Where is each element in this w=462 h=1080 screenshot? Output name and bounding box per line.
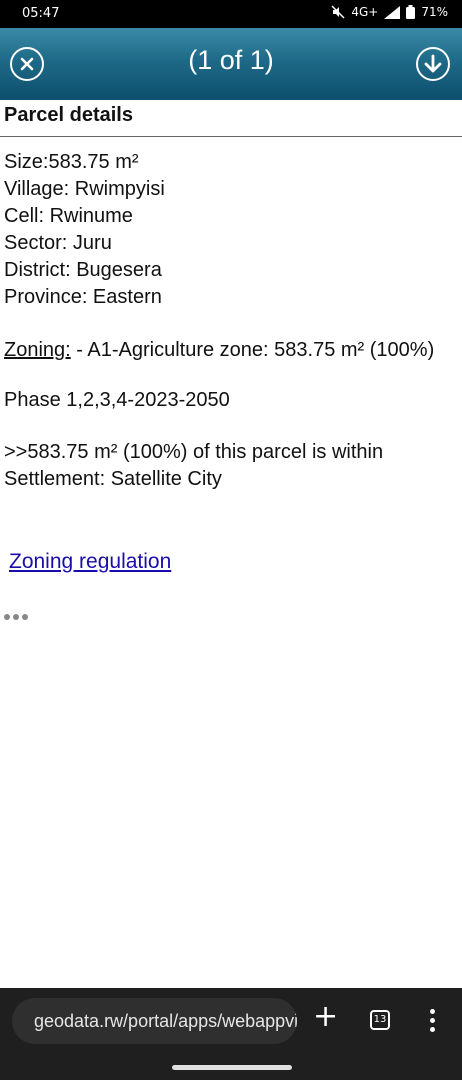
mute-icon (331, 5, 345, 19)
battery-percent: 71% (421, 5, 448, 19)
section-title: Parcel details (4, 104, 133, 126)
status-time: 05:47 (22, 6, 60, 21)
zoning-regulation-link[interactable]: Zoning regulation (9, 550, 171, 574)
popup-header: (1 of 1) (0, 28, 462, 100)
detail-district: District: Bugesera (4, 259, 162, 281)
download-icon (424, 54, 442, 73)
network-type: 4G+ (351, 5, 379, 19)
status-bar: 05:47 4G+ 71% (0, 0, 462, 28)
detail-sector: Sector: Juru (4, 232, 112, 254)
signal-icon (384, 5, 401, 19)
more-icon[interactable] (4, 614, 462, 620)
zoning-value: - A1-Agriculture zone: 583.75 m² (100%) (70, 339, 435, 361)
popup-title: (1 of 1) (188, 45, 274, 75)
gesture-nav-bar (0, 1052, 462, 1080)
status-icons: 4G+ 71% (331, 5, 448, 19)
settlement-line-1: >>583.75 m² (100%) of this parcel is wit… (4, 441, 384, 463)
popup-content: Parcel details Size:583.75 m² Village: R… (0, 100, 462, 620)
settlement-info: >>583.75 m² (100%) of this parcel is wit… (0, 439, 462, 493)
detail-size: Size:583.75 m² (4, 151, 139, 173)
divider (0, 136, 462, 137)
detail-village: Village: Rwimpyisi (4, 178, 165, 200)
tabs-icon[interactable]: 13 (370, 1010, 390, 1030)
detail-cell: Cell: Rwinume (4, 205, 133, 227)
home-gesture-handle[interactable] (172, 1065, 292, 1070)
more-vert-icon[interactable] (430, 1009, 435, 1032)
download-button[interactable] (416, 47, 450, 81)
phase-info: Phase 1,2,3,4-2023-2050 (4, 389, 230, 411)
detail-province: Province: Eastern (4, 286, 162, 308)
address-bar[interactable]: geodata.rw/portal/apps/webappviewer (12, 998, 297, 1044)
plus-icon[interactable]: + (313, 1002, 338, 1032)
url-text: geodata.rw/portal/apps/webappviewer (34, 1010, 297, 1031)
browser-toolbar: geodata.rw/portal/apps/webappviewer + 13 (0, 988, 462, 1052)
settlement-line-2: Settlement: Satellite City (4, 468, 222, 490)
battery-icon (406, 5, 416, 19)
zoning-label: Zoning: (4, 339, 71, 361)
zoning-info: Zoning: - A1-Agriculture zone: 583.75 m²… (0, 338, 462, 363)
